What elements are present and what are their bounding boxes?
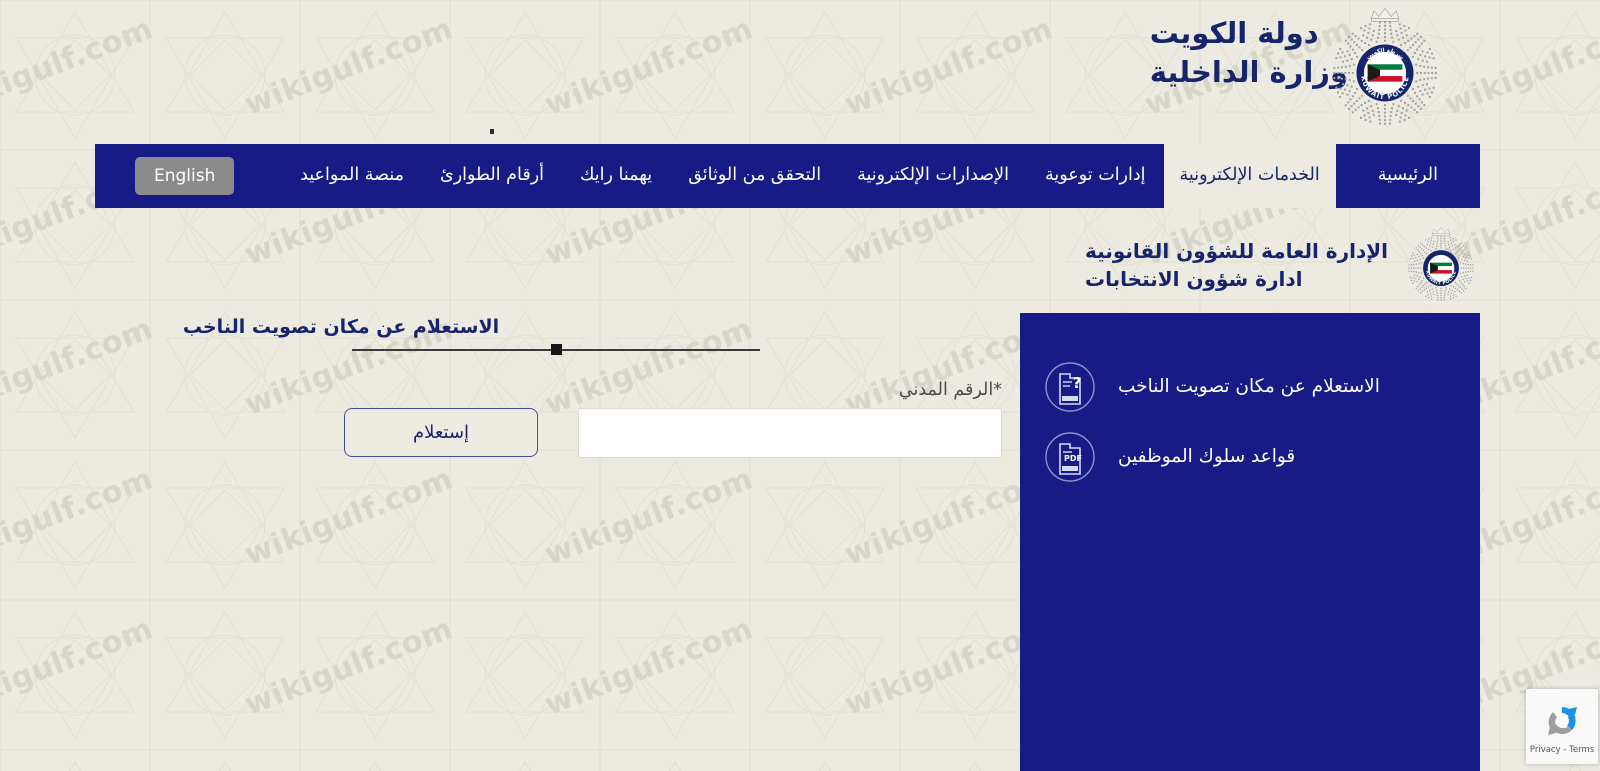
nav-item-e-publications[interactable]: الإصدارات الإلكترونية	[839, 144, 1027, 208]
civil-id-label: *الرقم المدني	[0, 380, 1002, 400]
service-item-employee-conduct[interactable]: قواعد سلوك الموظفين PDF	[1020, 422, 1480, 492]
site-header: دولة الكويت وزارة الداخلية KUWAIT POLICE…	[0, 0, 1600, 134]
civil-id-label-text: الرقم المدني	[898, 380, 994, 400]
language-toggle-button[interactable]: English	[135, 157, 235, 195]
header-stray-dot	[490, 129, 494, 134]
nav-item-home[interactable]: الرئيسية	[1336, 144, 1480, 208]
brand-country: دولة الكويت	[1149, 16, 1319, 50]
civil-id-input[interactable]	[578, 408, 1002, 458]
nav-item-e-services[interactable]: الخدمات الإلكترونية	[1163, 144, 1336, 208]
nav-item-awareness-departments[interactable]: إدارات توعوية	[1027, 144, 1164, 208]
nav-item-emergency-numbers[interactable]: أرقام الطوارئ	[422, 144, 562, 208]
service-item-employee-conduct-label: قواعد سلوك الموظفين	[1118, 445, 1296, 467]
document-pdf-icon: PDF	[1045, 432, 1095, 482]
svg-text:?: ?	[1073, 374, 1082, 392]
department-header: KUWAIT POLICE الإدارة العامة للشؤون القا…	[1085, 226, 1480, 304]
department-line-2: ادارة شؤون الانتخابات	[1085, 267, 1303, 291]
main-navigation[interactable]: الرئيسية الخدمات الإلكترونية إدارات توعو…	[95, 144, 1480, 208]
service-item-voter-location-label: الاستعلام عن مكان تصويت الناخب	[1118, 375, 1380, 397]
svg-text:PDF: PDF	[1064, 454, 1082, 463]
required-asterisk: *	[993, 380, 1002, 400]
recaptcha-icon	[1548, 706, 1577, 735]
service-item-voter-location[interactable]: الاستعلام عن مكان تصويت الناخب ?	[1020, 352, 1480, 422]
brand-block: دولة الكويت وزارة الداخلية	[1150, 14, 1348, 91]
nav-item-appointments-platform[interactable]: منصة المواعيد	[282, 144, 422, 208]
inquiry-form-title: الاستعلام عن مكان تصويت الناخب	[182, 316, 500, 338]
recaptcha-privacy-terms: Privacy - Terms	[1529, 744, 1595, 755]
inquiry-submit-button[interactable]: إستعلام	[344, 408, 538, 457]
inquiry-form-row: إستعلام	[0, 408, 1002, 458]
kuwait-police-emblem-small-icon: KUWAIT POLICE	[1408, 227, 1474, 301]
divider-marker	[551, 344, 562, 355]
kuwait-police-emblem-icon: KUWAIT POLICE شرطة الكويت	[1333, 7, 1437, 125]
services-panel: الاستعلام عن مكان تصويت الناخب ? قواعد س…	[1020, 313, 1480, 771]
department-line-1: الإدارة العامة للشؤون القانونية	[1085, 239, 1388, 263]
title-divider	[352, 344, 760, 355]
nav-item-verify-documents[interactable]: التحقق من الوثائق	[670, 144, 839, 208]
brand-ministry: وزارة الداخلية	[1149, 54, 1348, 89]
recaptcha-badge[interactable]: Privacy - Terms	[1526, 689, 1598, 764]
document-question-icon: ?	[1045, 362, 1095, 412]
nav-item-your-opinion[interactable]: يهمنا رايك	[562, 144, 670, 208]
